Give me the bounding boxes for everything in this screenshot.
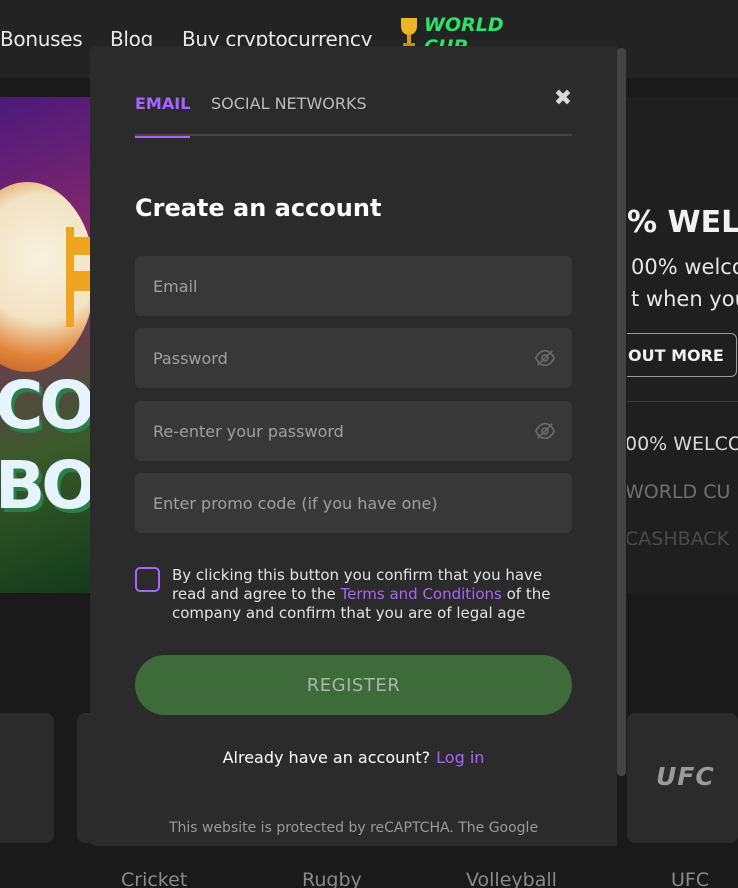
tab-email[interactable]: EMAIL [135, 94, 191, 138]
password-field[interactable] [135, 328, 572, 388]
bonus-list-item[interactable]: WORLD CU [627, 481, 730, 503]
terms-link[interactable]: Terms and Conditions [341, 585, 502, 603]
sport-label-rugby[interactable]: Rugby [302, 869, 362, 888]
sport-label-ufc[interactable]: UFC [671, 869, 709, 888]
eye-slash-icon[interactable] [534, 421, 556, 441]
password-confirm-field-wrapper [135, 401, 572, 461]
bonus-panel: % WELCO 00% welco t when you OUT MORE 00… [627, 97, 738, 593]
find-out-more-label: OUT MORE [628, 346, 724, 365]
promo-banner[interactable]: CO BO [0, 97, 95, 593]
login-link[interactable]: Log in [436, 748, 484, 767]
promo-code-field[interactable] [135, 473, 572, 533]
password-field-wrapper [135, 328, 572, 388]
terms-consent: By clicking this button you confirm that… [135, 566, 572, 636]
tab-social-networks[interactable]: SOCIAL NETWORKS [211, 94, 367, 136]
login-prompt: Already have an account? [222, 748, 431, 767]
trophy-icon [401, 18, 417, 48]
banner-word-line1: CO [0, 367, 95, 444]
sport-card[interactable] [0, 713, 54, 843]
bonus-list-item[interactable]: CASHBACK [627, 528, 729, 550]
recaptcha-note: This website is protected by reCAPTCHA. … [168, 820, 539, 836]
bonus-panel-line2: t when you [631, 287, 738, 311]
email-field[interactable] [135, 256, 572, 316]
register-modal: EMAIL SOCIAL NETWORKS ✖ Create an accoun… [90, 46, 617, 846]
sport-label-cricket[interactable]: Cricket [121, 869, 187, 888]
modal-scrollbar[interactable] [617, 48, 626, 776]
terms-consent-text: By clicking this button you confirm that… [172, 566, 572, 623]
terms-checkbox[interactable] [135, 567, 160, 592]
password-confirm-field[interactable] [135, 401, 572, 461]
nav-link-bonuses[interactable]: Bonuses [0, 27, 83, 51]
email-field-wrapper [135, 256, 572, 316]
promo-code-field-wrapper [135, 473, 572, 533]
banner-word-line2: BO [0, 447, 95, 524]
register-button[interactable]: REGISTER [135, 655, 572, 715]
bonus-list-item[interactable]: 00% WELCO [627, 433, 738, 455]
close-icon[interactable]: ✖ [552, 88, 574, 110]
modal-title: Create an account [135, 194, 382, 222]
bonus-panel-line1: 00% welco [631, 255, 738, 279]
bonus-panel-divider [627, 401, 738, 402]
eye-slash-icon[interactable] [534, 348, 556, 368]
find-out-more-button[interactable]: OUT MORE [627, 333, 737, 377]
ufc-logo: UFC [656, 762, 715, 791]
auth-tabs: EMAIL SOCIAL NETWORKS [135, 94, 572, 138]
login-prompt-row: Already have an account? Log in [90, 748, 617, 767]
sport-label-volleyball[interactable]: Volleyball [466, 869, 557, 888]
bonus-panel-title: % WELCO [627, 205, 738, 240]
